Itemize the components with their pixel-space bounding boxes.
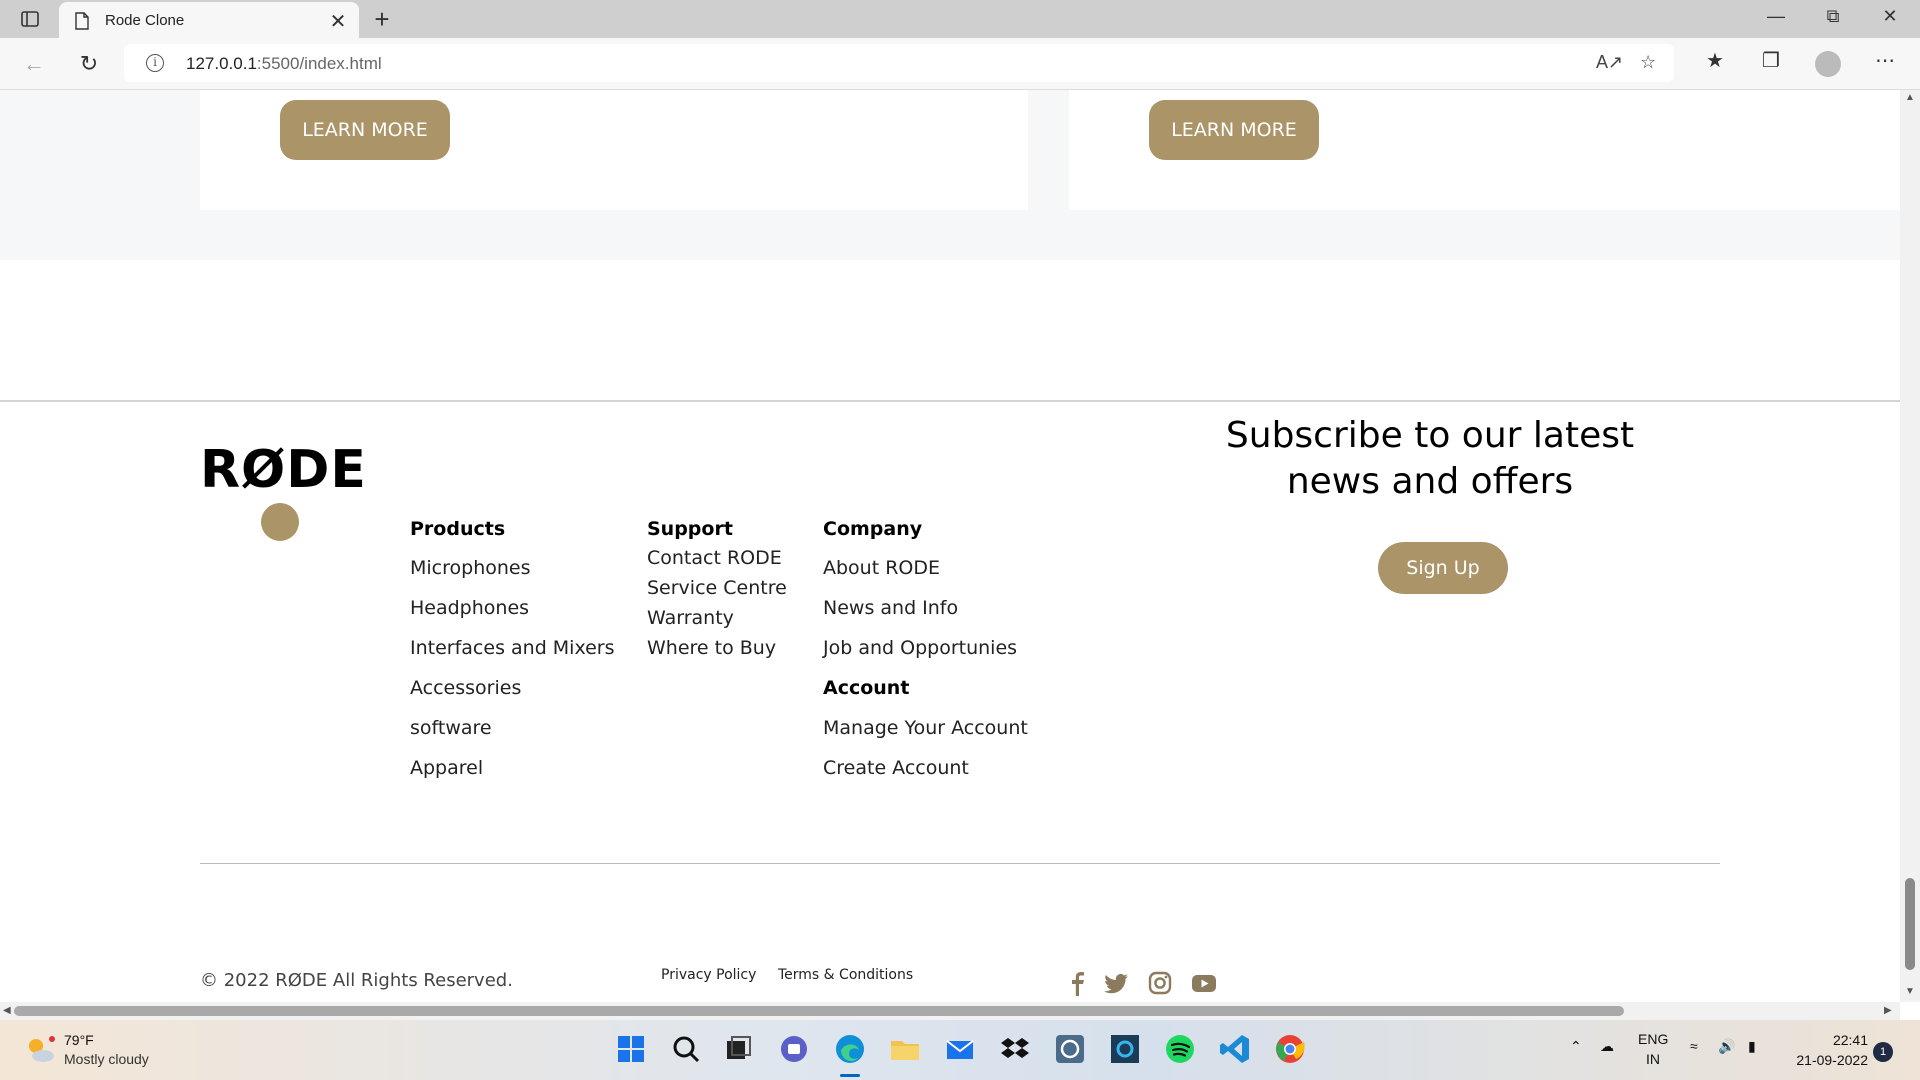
cortana-icon[interactable] [1108, 1032, 1142, 1066]
footer-link[interactable]: Service Centre [647, 577, 787, 599]
active-app-indicator [840, 1074, 860, 1077]
vscode-icon[interactable] [1218, 1032, 1252, 1066]
clock[interactable]: 22:41 21-09-2022 [1796, 1030, 1868, 1070]
volume-icon[interactable]: 🔊 [1718, 1038, 1735, 1055]
collections-icon[interactable]: ❐ [1756, 48, 1786, 73]
new-tab-button[interactable]: + [368, 4, 396, 35]
mail-icon[interactable] [943, 1032, 977, 1066]
language-region[interactable]: IN [1646, 1051, 1660, 1067]
footer-link[interactable]: Interfaces and Mixers [410, 637, 615, 659]
scroll-down-icon[interactable]: ▼ [1905, 986, 1915, 997]
footer-link[interactable]: Headphones [410, 597, 529, 619]
page-viewport: LEARN MORE LEARN MORE [0, 90, 1900, 1002]
notification-badge[interactable]: 1 [1873, 1042, 1893, 1062]
twitter-icon[interactable] [1101, 968, 1131, 998]
scroll-right-icon[interactable]: ▶ [1884, 1005, 1892, 1016]
tab-title: Rode Clone [105, 12, 185, 29]
edge-icon[interactable] [833, 1032, 867, 1066]
logo-dot [261, 503, 299, 541]
feature-card: LEARN MORE [200, 90, 1028, 210]
profile-avatar[interactable] [1815, 51, 1841, 77]
footer-link[interactable]: Accessories [410, 677, 521, 699]
onedrive-icon[interactable]: ☁ [1600, 1038, 1614, 1055]
cards-section: LEARN MORE LEARN MORE [0, 90, 1900, 260]
start-icon[interactable] [614, 1032, 648, 1066]
back-icon[interactable]: ← [20, 50, 48, 78]
subscribe-heading: Subscribe to our latest news and offers [1180, 413, 1680, 505]
support-heading: Support [647, 518, 733, 540]
subscribe-line: news and offers [1286, 461, 1574, 502]
site-info-icon[interactable]: i [146, 54, 164, 72]
clock-date: 21-09-2022 [1796, 1052, 1868, 1068]
document-icon [75, 12, 89, 30]
footer-link[interactable]: Manage Your Account [823, 717, 1028, 739]
footer-link[interactable]: Apparel [410, 757, 483, 779]
company-heading: Company [823, 518, 923, 540]
terms-link[interactable]: Terms & Conditions [778, 967, 913, 983]
footer-link[interactable]: About RODE [823, 557, 940, 579]
tab-actions-icon[interactable] [20, 9, 40, 29]
weather-description[interactable]: Mostly cloudy [64, 1051, 149, 1067]
footer-bottom-divider [200, 863, 1720, 864]
weather-icon[interactable] [24, 1034, 56, 1066]
window-close-icon[interactable]: ✕ [1870, 6, 1910, 27]
subscribe-line: Subscribe to our latest [1225, 415, 1635, 456]
minimize-icon[interactable]: — [1756, 6, 1796, 27]
read-aloud-icon[interactable]: A↗ [1596, 52, 1623, 73]
learn-more-button[interactable]: LEARN MORE [280, 100, 450, 160]
url-text: 127.0.0.1:5500/index.html [186, 54, 382, 73]
close-tab-icon[interactable]: ✕ [327, 9, 349, 34]
show-hidden-icons[interactable]: ⌃ [1570, 1038, 1582, 1055]
browser-tab[interactable]: Rode Clone ✕ [59, 2, 359, 38]
footer-link[interactable]: Job and Opportunies [823, 637, 1017, 659]
privacy-policy-link[interactable]: Privacy Policy [661, 967, 756, 983]
account-heading: Account [823, 677, 910, 699]
favorites-icon[interactable]: ★ [1700, 48, 1730, 73]
sign-up-button[interactable]: Sign Up [1378, 542, 1508, 594]
youtube-icon[interactable] [1189, 968, 1219, 998]
feature-card: LEARN MORE [1069, 90, 1900, 210]
app-icon[interactable] [1053, 1032, 1087, 1066]
task-view-icon[interactable] [722, 1032, 756, 1066]
url-field[interactable]: i 127.0.0.1:5500/index.html A↗ ☆ [124, 44, 1674, 82]
vertical-scrollbar[interactable]: ▲ ▼ [1900, 90, 1920, 1002]
more-options-icon[interactable]: ⋯ [1870, 48, 1900, 73]
copyright-text: © 2022 RØDE All Rights Reserved. [200, 970, 513, 991]
footer-link[interactable]: Contact RODE [647, 547, 782, 569]
footer-link[interactable]: Microphones [410, 557, 531, 579]
teams-chat-icon[interactable] [777, 1032, 811, 1066]
rode-logo[interactable]: RØDE [200, 440, 367, 500]
scroll-left-icon[interactable]: ◀ [3, 1005, 11, 1016]
windows-taskbar: 79°F Mostly cloudy ⌃ ☁ ENG IN ≈ 🔊 ▮ 22:4… [0, 1020, 1920, 1080]
weather-temperature[interactable]: 79°F [64, 1032, 94, 1048]
instagram-icon[interactable] [1145, 968, 1175, 998]
footer-link[interactable]: software [410, 717, 492, 739]
add-favorite-icon[interactable]: ☆ [1640, 52, 1656, 73]
clock-time: 22:41 [1832, 1032, 1868, 1048]
address-bar-row: ← ↻ i 127.0.0.1:5500/index.html A↗ ☆ [0, 38, 1920, 90]
search-icon[interactable] [669, 1032, 703, 1066]
scroll-up-icon[interactable]: ▲ [1905, 92, 1915, 103]
facebook-icon[interactable] [1062, 968, 1092, 998]
footer-divider [0, 400, 1900, 402]
wifi-icon[interactable]: ≈ [1690, 1038, 1698, 1054]
footer-link[interactable]: News and Info [823, 597, 958, 619]
refresh-icon[interactable]: ↻ [75, 50, 103, 78]
footer-link[interactable]: Where to Buy [647, 637, 776, 659]
products-heading: Products [410, 518, 506, 540]
learn-more-button[interactable]: LEARN MORE [1149, 100, 1319, 160]
horizontal-scroll-thumb[interactable] [14, 1006, 1624, 1016]
chrome-icon[interactable] [1273, 1032, 1307, 1066]
language-indicator[interactable]: ENG [1638, 1031, 1668, 1047]
dropbox-icon[interactable] [998, 1032, 1032, 1066]
horizontal-scrollbar[interactable]: ◀ ▶ [0, 1002, 1900, 1020]
browser-tab-strip: Rode Clone ✕ + — ⧉ ✕ [0, 0, 1920, 38]
file-explorer-icon[interactable] [888, 1032, 922, 1066]
spotify-icon[interactable] [1163, 1032, 1197, 1066]
battery-icon[interactable]: ▮ [1748, 1038, 1756, 1055]
restore-icon[interactable]: ⧉ [1813, 6, 1853, 27]
vertical-scroll-thumb[interactable] [1905, 878, 1915, 970]
footer-link[interactable]: Warranty [647, 607, 734, 629]
footer-link[interactable]: Create Account [823, 757, 969, 779]
